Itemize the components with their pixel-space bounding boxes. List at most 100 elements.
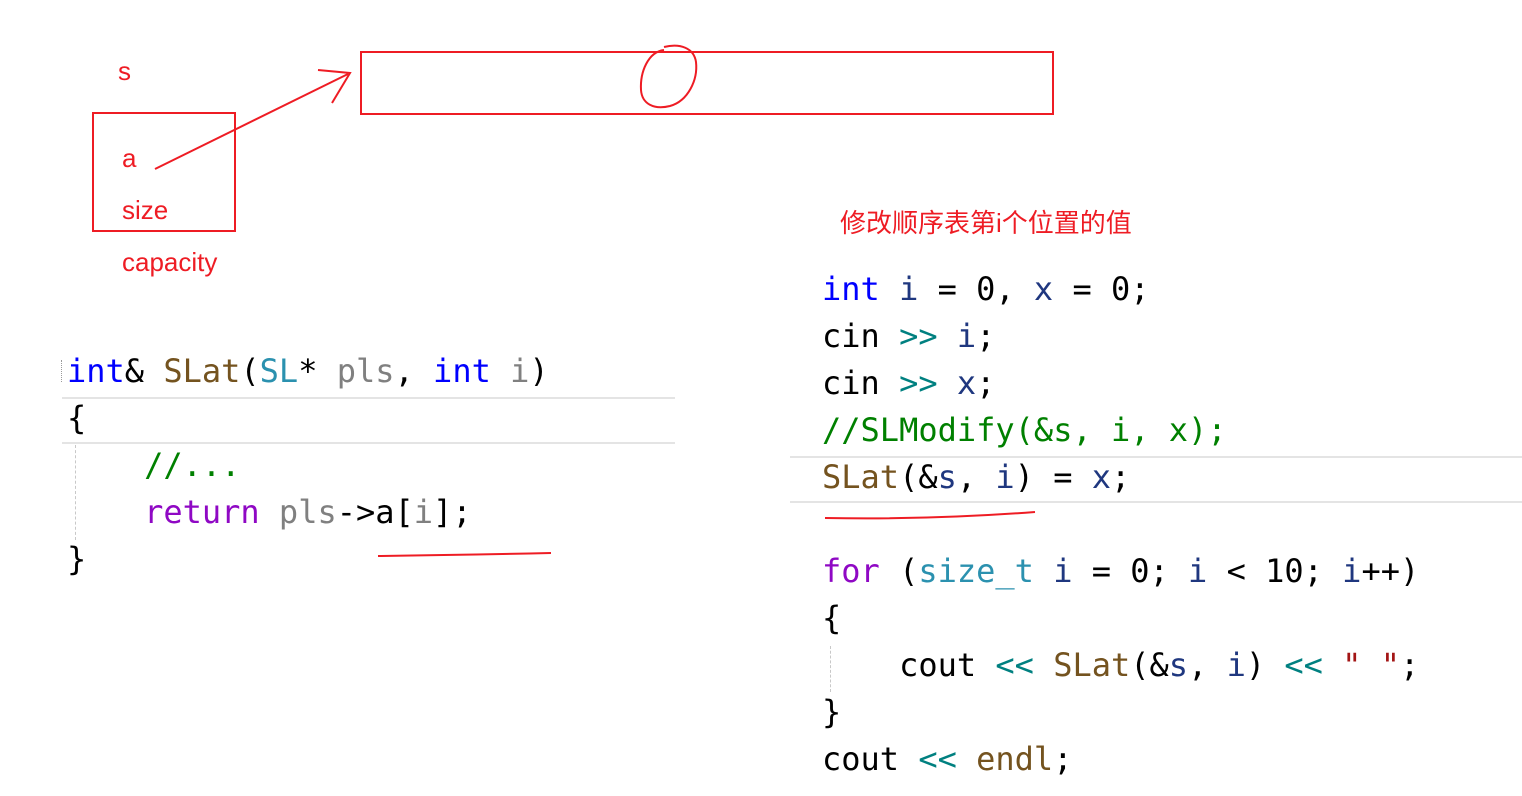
code-token: ; <box>1303 552 1343 590</box>
left-code-line: return pls->a[i]; <box>67 489 472 536</box>
code-token: i <box>899 270 919 308</box>
right-code-line: cin >> x; <box>822 360 995 407</box>
code-token: //SLModify(&s, i, x); <box>822 411 1227 449</box>
code-token: * <box>298 352 337 390</box>
code-token: s <box>937 458 957 496</box>
code-token: i <box>510 352 530 390</box>
code-token: a <box>375 493 395 531</box>
code-token: SLat <box>163 352 241 390</box>
code-token: SL <box>259 352 299 390</box>
right-code-line: //SLModify(&s, i, x); <box>822 407 1227 454</box>
right-code-line: SLat(&s, i) = x; <box>822 454 1130 501</box>
code-token: cin <box>822 364 880 402</box>
code-token: [ <box>394 493 414 531</box>
left-code-line: int& SLat(SL* pls, int i) <box>67 348 549 395</box>
code-token: for <box>822 552 880 590</box>
code-token: return <box>144 493 260 531</box>
code-token: , <box>394 352 434 390</box>
right-code-block: int i = 0, x = 0; cin >> i; cin >> x;//SLM… <box>822 266 1522 786</box>
right-code-line: } <box>822 689 841 736</box>
code-token: 0 <box>976 270 996 308</box>
code-token: ; <box>976 364 996 402</box>
code-token: ) <box>529 352 549 390</box>
code-token: s <box>1168 646 1189 684</box>
array-memory-box <box>360 51 1054 115</box>
code-token: 0 <box>1130 552 1150 590</box>
code-token: ; <box>1110 458 1131 496</box>
code-token: cout <box>899 646 977 684</box>
label-field-capacity: capacity <box>122 247 218 277</box>
code-token: ]; <box>433 493 472 531</box>
annotation-title: 修改顺序表第i个位置的值 <box>840 208 1132 238</box>
code-token: x <box>956 364 977 402</box>
label-field-size: size <box>122 195 169 225</box>
code-token: i <box>1053 552 1073 590</box>
code-token: } <box>67 540 87 578</box>
code-token: ( <box>240 352 260 390</box>
code-token: i <box>956 317 977 355</box>
code-token: (& <box>899 458 938 496</box>
right-code-line: cout << SLat(&s, i) << " "; <box>822 642 1419 689</box>
code-token: pls <box>278 493 337 531</box>
code-token: 10 <box>1265 552 1304 590</box>
code-token: x <box>1033 270 1054 308</box>
code-token: x <box>1091 458 1111 496</box>
code-token: << <box>918 740 957 778</box>
left-code-block: int& SLat(SL* pls, int i){ //... return … <box>67 348 677 588</box>
code-token: ; <box>1399 646 1420 684</box>
code-token: i <box>1188 552 1208 590</box>
code-token: , <box>1188 646 1227 684</box>
element-circle-mark <box>639 44 698 109</box>
left-code-line: } <box>67 536 86 583</box>
code-token: ; <box>1130 270 1150 308</box>
code-token: SLat <box>1053 646 1131 684</box>
code-token: = <box>1053 270 1111 308</box>
code-token: cout <box>822 740 900 778</box>
code-token: << <box>995 646 1034 684</box>
pointer-arrow-line <box>154 73 349 170</box>
code-token: ) <box>1245 646 1285 684</box>
code-token: } <box>822 693 842 731</box>
left-code-line: //... <box>67 442 240 489</box>
code-token: = <box>918 270 977 308</box>
code-token: -> <box>336 493 376 531</box>
code-token: int <box>67 352 125 390</box>
code-token: ; <box>1149 552 1189 590</box>
left-code-line: { <box>67 395 86 442</box>
code-token: //... <box>144 446 241 484</box>
code-token: ) = <box>1014 458 1092 496</box>
code-token: >> <box>899 317 938 355</box>
code-token: " " <box>1342 646 1400 684</box>
code-token: < <box>1207 552 1266 590</box>
code-token: int <box>433 352 491 390</box>
code-token: >> <box>899 364 938 402</box>
left-gutter-marker <box>61 360 62 382</box>
code-token: 0 <box>1110 270 1131 308</box>
code-token: << <box>1284 646 1323 684</box>
code-token: i <box>995 458 1015 496</box>
code-token: i <box>1342 552 1362 590</box>
code-token: pls <box>336 352 395 390</box>
right-code-line: cin >> i; <box>822 313 995 360</box>
right-code-line: { <box>822 595 841 642</box>
code-token: endl <box>976 740 1054 778</box>
right-code-line: int i = 0, x = 0; <box>822 266 1150 313</box>
code-token: , <box>956 458 996 496</box>
code-token: ; <box>1053 740 1073 778</box>
code-token: { <box>822 599 842 637</box>
code-token: i <box>413 493 434 531</box>
code-token: SLat <box>822 458 900 496</box>
